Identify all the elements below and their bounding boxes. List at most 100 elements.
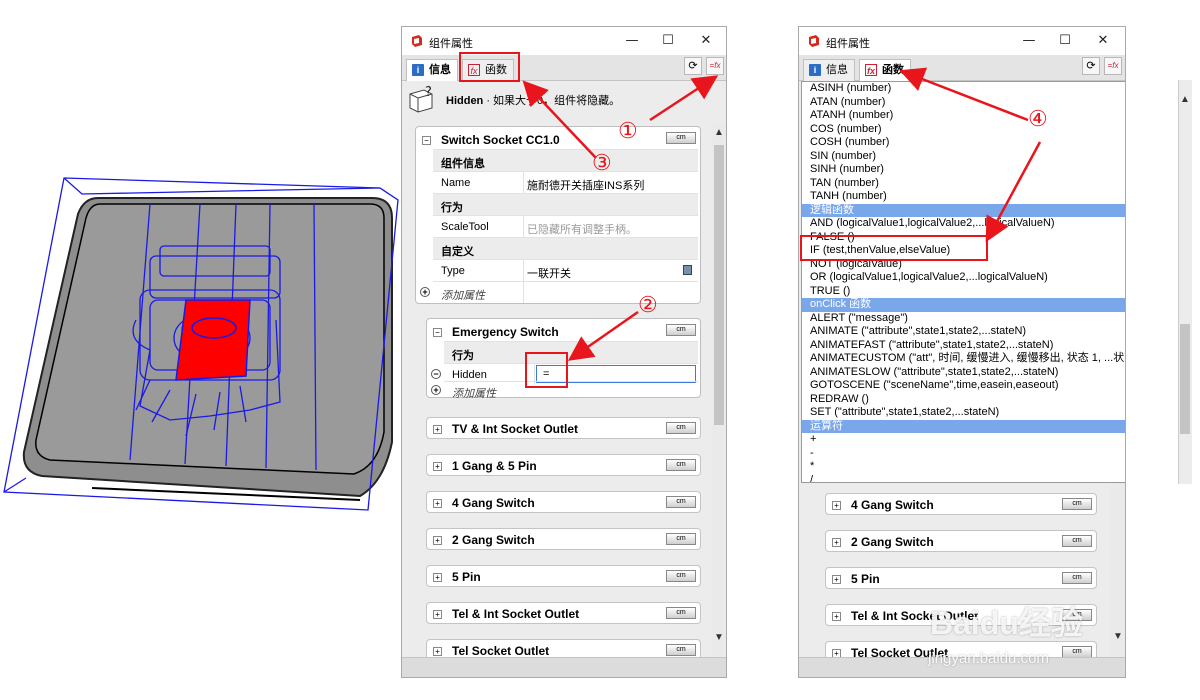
- function-item[interactable]: SIN (number): [802, 150, 1125, 164]
- function-item[interactable]: *: [802, 460, 1125, 474]
- function-list-scrollbar[interactable]: ▲: [1178, 80, 1192, 484]
- section-header[interactable]: − Switch Socket CC1.0: [422, 133, 560, 147]
- component-section-tel-int[interactable]: + Tel & Int Socket Outlet cm: [426, 602, 701, 624]
- attribute-row-name[interactable]: Name 施耐德开关插座INS系列: [433, 171, 698, 193]
- function-item[interactable]: +: [802, 433, 1125, 447]
- function-item[interactable]: ALERT ("message"): [802, 312, 1125, 326]
- function-item[interactable]: TAN (number): [802, 177, 1125, 191]
- unit-toggle-button[interactable]: cm: [666, 533, 696, 545]
- minimize-button[interactable]: —: [1019, 31, 1039, 51]
- function-item[interactable]: ANIMATESLOW ("attribute",state1,state2,.…: [802, 366, 1125, 380]
- function-item[interactable]: COS (number): [802, 123, 1125, 137]
- unit-toggle-button[interactable]: cm: [666, 132, 696, 144]
- scroll-down-icon[interactable]: ▼: [1112, 631, 1124, 643]
- unit-toggle-button[interactable]: cm: [666, 496, 696, 508]
- unit-toggle-button[interactable]: cm: [666, 422, 696, 434]
- add-attribute-row[interactable]: + 添加属性: [420, 281, 698, 303]
- callout-4: ④: [1028, 107, 1048, 132]
- function-item[interactable]: -: [802, 447, 1125, 461]
- component-section-4gang-switch[interactable]: +4 Gang Switch cm: [825, 493, 1097, 515]
- expand-icon[interactable]: +: [832, 538, 841, 547]
- function-item[interactable]: /: [802, 474, 1125, 483]
- unit-toggle-button[interactable]: cm: [1062, 498, 1092, 510]
- section-header[interactable]: − Emergency Switch: [433, 325, 559, 339]
- function-item[interactable]: ANIMATE ("attribute",state1,state2,...st…: [802, 325, 1125, 339]
- scrollbar-thumb[interactable]: [1180, 324, 1190, 434]
- collapse-icon[interactable]: −: [422, 136, 431, 145]
- component-section-5pin[interactable]: +5 Pin cm: [825, 567, 1097, 589]
- close-button[interactable]: ✕: [1093, 31, 1113, 51]
- tab-label: 函数: [882, 64, 904, 76]
- switch-model-viewport[interactable]: [0, 170, 400, 520]
- expand-icon[interactable]: +: [832, 575, 841, 584]
- title-bar[interactable]: 组件属性 — ☐ ✕: [799, 27, 1125, 55]
- function-item[interactable]: ATANH (number): [802, 109, 1125, 123]
- expand-icon[interactable]: +: [433, 647, 442, 656]
- expand-icon[interactable]: +: [433, 536, 442, 545]
- maximize-button[interactable]: ☐: [1055, 31, 1075, 51]
- formula-toggle-button[interactable]: =fx: [706, 57, 724, 75]
- add-icon[interactable]: +: [420, 287, 430, 297]
- maximize-button[interactable]: ☐: [658, 31, 678, 51]
- refresh-button[interactable]: ⟳: [684, 57, 702, 75]
- expand-icon[interactable]: +: [433, 425, 442, 434]
- unit-toggle-button[interactable]: cm: [1062, 535, 1092, 547]
- refresh-button[interactable]: ⟳: [1082, 57, 1100, 75]
- highlight-formula-input: [525, 352, 568, 388]
- attribute-row-scaletool[interactable]: ScaleTool 已隐藏所有调整手柄。: [433, 215, 698, 237]
- component-section-5pin[interactable]: +5 Pin cm: [426, 565, 701, 587]
- function-item[interactable]: OR (logicalValue1,logicalValue2,...logic…: [802, 271, 1125, 285]
- svg-text:?: ?: [425, 85, 432, 100]
- formula-toggle-button[interactable]: =fx: [1104, 57, 1122, 75]
- unit-toggle-button[interactable]: cm: [666, 324, 696, 336]
- unit-toggle-button[interactable]: cm: [666, 570, 696, 582]
- minimize-button[interactable]: —: [622, 31, 642, 51]
- unit-toggle-button[interactable]: cm: [666, 644, 696, 656]
- scroll-up-icon[interactable]: ▲: [1179, 94, 1191, 106]
- scrollbar-thumb[interactable]: [714, 145, 724, 425]
- tab-info[interactable]: i 信息: [803, 59, 855, 81]
- function-item[interactable]: COSH (number): [802, 136, 1125, 150]
- close-button[interactable]: ✕: [696, 31, 716, 51]
- expand-icon[interactable]: +: [433, 499, 442, 508]
- attribute-row-type[interactable]: Type 一联开关: [433, 259, 698, 281]
- function-item[interactable]: GOTOSCENE ("sceneName",time,easein,easeo…: [802, 379, 1125, 393]
- function-item[interactable]: ANIMATEFAST ("attribute",state1,state2,.…: [802, 339, 1125, 353]
- component-section-4gang-switch[interactable]: +4 Gang Switch cm: [426, 491, 701, 513]
- tab-functions[interactable]: fx 函数: [859, 59, 911, 81]
- expand-icon[interactable]: +: [433, 573, 442, 582]
- fx-icon: fx: [865, 64, 877, 76]
- collapse-icon[interactable]: −: [433, 328, 442, 337]
- function-item[interactable]: SINH (number): [802, 163, 1125, 177]
- unit-toggle-button[interactable]: cm: [666, 607, 696, 619]
- expand-icon[interactable]: +: [433, 462, 442, 471]
- unit-toggle-button[interactable]: cm: [666, 459, 696, 471]
- function-item[interactable]: REDRAW (): [802, 393, 1125, 407]
- scroll-up-icon[interactable]: ▲: [713, 127, 725, 139]
- expand-icon[interactable]: +: [433, 610, 442, 619]
- component-section-2gang-switch[interactable]: +2 Gang Switch cm: [825, 530, 1097, 552]
- function-item[interactable]: SET ("attribute",state1,state2,...stateN…: [802, 406, 1125, 420]
- unit-toggle-button[interactable]: cm: [1062, 572, 1092, 584]
- add-icon[interactable]: +: [431, 385, 441, 395]
- function-item[interactable]: ANIMATECUSTOM ("att", 时间, 缓慢进入, 缓慢移出, 状态…: [802, 352, 1125, 366]
- function-item[interactable]: TRUE (): [802, 285, 1125, 299]
- function-item[interactable]: AND (logicalValue1,logicalValue2,...logi…: [802, 217, 1125, 231]
- window-title: 组件属性: [826, 38, 870, 50]
- add-attribute-row[interactable]: + 添加属性: [431, 381, 698, 400]
- function-item[interactable]: ATAN (number): [802, 96, 1125, 110]
- expand-icon[interactable]: +: [832, 612, 841, 621]
- component-section-2gang-switch[interactable]: +2 Gang Switch cm: [426, 528, 701, 550]
- title-bar[interactable]: 组件属性 — ☐ ✕: [402, 27, 726, 55]
- remove-icon[interactable]: −: [431, 369, 441, 379]
- scroll-down-icon[interactable]: ▼: [713, 632, 725, 644]
- tab-info[interactable]: i 信息: [406, 59, 458, 81]
- list-options-icon[interactable]: [683, 265, 692, 275]
- function-item[interactable]: TANH (number): [802, 190, 1125, 204]
- model-selected-part[interactable]: [175, 299, 251, 381]
- component-section-tv-int[interactable]: + TV & Int Socket Outlet cm: [426, 417, 701, 439]
- function-item[interactable]: ASINH (number): [802, 82, 1125, 96]
- function-list-dropdown[interactable]: ASINH (number) ATAN (number) ATANH (number…: [801, 81, 1125, 483]
- expand-icon[interactable]: +: [832, 501, 841, 510]
- component-section-1gang-5pin[interactable]: +1 Gang & 5 Pin cm: [426, 454, 701, 476]
